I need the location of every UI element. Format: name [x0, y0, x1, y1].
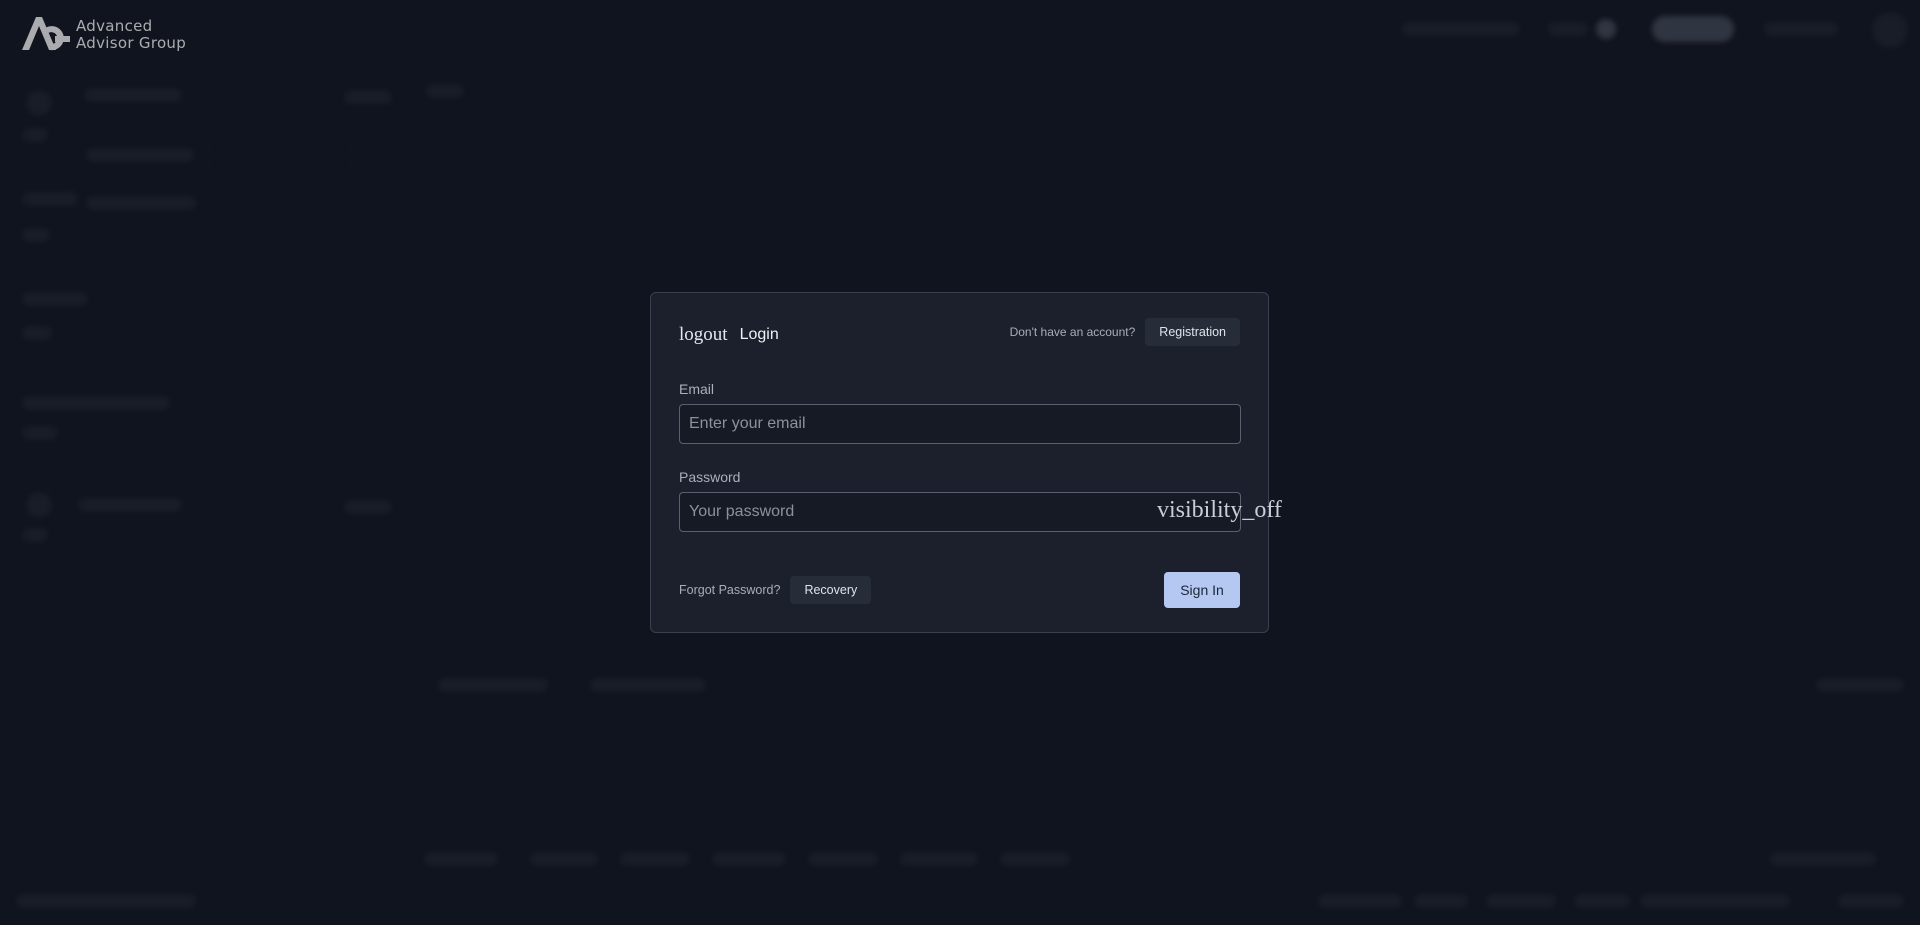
logout-icon: logout	[679, 324, 728, 345]
dialog-title-row: logout Login	[679, 323, 779, 347]
registration-button[interactable]: Registration	[1145, 318, 1240, 346]
email-label: Email	[679, 381, 715, 397]
dialog-title: Login	[739, 326, 779, 343]
email-field[interactable]	[679, 404, 1241, 444]
forgot-password-text: Forgot Password?	[679, 583, 781, 597]
page: Advanced Advisor Group logout Login Don'…	[0, 0, 1920, 925]
password-label: Password	[679, 469, 741, 485]
sign-in-button[interactable]: Sign In	[1164, 572, 1240, 608]
registration-row: Don't have an account? Registration	[1010, 318, 1240, 346]
recovery-button[interactable]: Recovery	[790, 576, 872, 604]
no-account-text: Don't have an account?	[1009, 325, 1136, 339]
login-dialog: logout Login Don't have an account? Regi…	[650, 292, 1269, 633]
visibility-off-icon[interactable]: visibility_off	[1157, 497, 1282, 524]
forgot-password-row: Forgot Password? Recovery	[679, 576, 872, 604]
